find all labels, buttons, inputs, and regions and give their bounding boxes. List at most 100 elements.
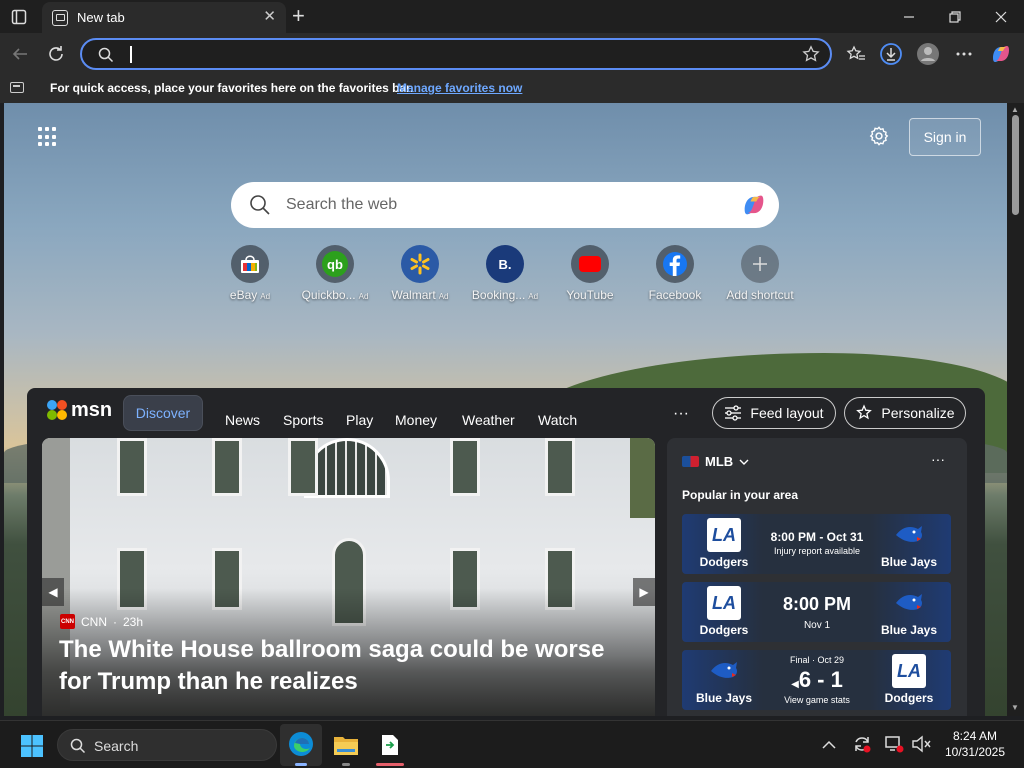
game-note: Injury report available [773, 546, 861, 556]
tab-actions-icon[interactable] [8, 6, 30, 28]
search-icon [249, 194, 271, 221]
add-shortcut-button[interactable]: Add shortcut [720, 245, 800, 302]
tab-discover[interactable]: Discover [123, 395, 203, 431]
shortcut-label: YouTube [566, 288, 614, 302]
restore-button[interactable] [932, 0, 978, 33]
tab-play[interactable]: Play [346, 412, 373, 428]
shortcut-booking[interactable]: B. Booking... Ad [465, 245, 545, 302]
tab-money[interactable]: Money [395, 412, 437, 428]
chevron-down-icon [739, 459, 749, 465]
personalize-button[interactable]: Personalize [844, 397, 966, 429]
copilot-search-icon[interactable] [739, 191, 769, 224]
hero-article-card[interactable]: ◀ ▶ CNN CNN · 23h The White House ballro… [42, 438, 655, 716]
game-card[interactable]: LA Dodgers 8:00 PM - Oct 31 Injury repor… [682, 514, 951, 574]
taskbar: Search 8:24 AM 10/31/2025 [0, 720, 1024, 768]
shortcut-ebay[interactable]: eBay Ad [210, 245, 290, 302]
page-scrollbar[interactable]: ▲ ▼ [1007, 103, 1024, 716]
ad-badge: Ad [528, 292, 539, 301]
browser-toolbar [0, 33, 1024, 75]
title-bar: New tab ✕ + [0, 0, 1024, 33]
downloads-icon[interactable] [876, 39, 906, 69]
more-options-icon[interactable] [949, 39, 979, 69]
svg-text:B.: B. [499, 257, 512, 272]
network-display-icon[interactable] [884, 734, 904, 759]
game-card[interactable]: LA Dodgers 8:00 PM Nov 1 Blue Jays [682, 582, 951, 642]
close-tab-icon[interactable]: ✕ [263, 8, 276, 26]
shortcut-quickbooks[interactable]: qb Quickbo... Ad [295, 245, 375, 302]
taskbar-app-button[interactable] [370, 724, 410, 766]
clock[interactable]: 8:24 AM 10/31/2025 [935, 728, 1015, 760]
show-hidden-icons-chevron[interactable] [822, 737, 836, 755]
taskbar-file-explorer-button[interactable] [326, 724, 366, 766]
game-status: Final · Oct 29 [789, 655, 845, 665]
sync-status-icon[interactable] [852, 734, 872, 759]
tab-weather[interactable]: Weather [462, 412, 515, 428]
close-window-button[interactable] [978, 0, 1024, 33]
feed-layout-button[interactable]: Feed layout [712, 397, 836, 429]
mlb-more-button[interactable]: ··· [931, 451, 945, 467]
favorites-icon[interactable] [841, 39, 871, 69]
tab-new-tab[interactable]: New tab ✕ [42, 2, 286, 33]
shortcut-walmart[interactable]: Walmart Ad [380, 245, 460, 302]
new-tab-button[interactable]: + [292, 5, 305, 27]
source-name: CNN [81, 614, 107, 629]
tab-sports[interactable]: Sports [283, 412, 323, 428]
carousel-next-arrow[interactable]: ▶ [633, 578, 655, 606]
article-age: 23h [123, 614, 144, 629]
walmart-icon [401, 245, 439, 283]
personalize-label: Personalize [881, 405, 955, 421]
source-separator: · [113, 614, 117, 629]
mlb-league-selector[interactable]: MLB [682, 454, 749, 469]
plus-icon [741, 245, 779, 283]
shortcut-youtube[interactable]: YouTube [550, 245, 630, 302]
blue-jays-logo-icon [892, 518, 926, 552]
taskbar-edge-button[interactable] [280, 724, 322, 766]
page-settings-gear-icon[interactable] [868, 125, 890, 152]
sparkle-star-icon [856, 404, 873, 420]
booking-icon: B. [486, 245, 524, 283]
sign-in-button[interactable]: Sign in [909, 118, 981, 156]
mlb-title: MLB [705, 454, 734, 469]
scroll-up-arrow[interactable]: ▲ [1011, 105, 1019, 114]
mlb-logo-icon [682, 456, 699, 467]
web-search-box[interactable]: Search the web [231, 182, 779, 228]
shortcut-facebook[interactable]: Facebook [635, 245, 715, 302]
article-source: CNN CNN · 23h [60, 614, 143, 629]
start-button[interactable] [20, 734, 44, 763]
minimize-button[interactable] [886, 0, 932, 33]
right-team-name: Blue Jays [880, 555, 938, 569]
copilot-icon[interactable] [986, 39, 1016, 69]
dodgers-logo-icon: LA [707, 518, 741, 552]
tab-watch[interactable]: Watch [538, 412, 577, 428]
carousel-prev-arrow[interactable]: ◀ [42, 578, 64, 606]
left-team-name: Blue Jays [695, 691, 753, 705]
profile-avatar[interactable] [913, 39, 943, 69]
active-app-indicator [295, 763, 307, 766]
article-headline[interactable]: The White House ballroom saga could be w… [59, 634, 639, 698]
sliders-icon [725, 405, 742, 421]
shortcut-label: Quickbo... [301, 288, 356, 302]
back-button[interactable] [5, 39, 35, 69]
taskbar-search-box[interactable]: Search [57, 729, 277, 761]
view-game-stats-link[interactable]: View game stats [762, 695, 872, 705]
refresh-button[interactable] [41, 39, 71, 69]
msn-logo[interactable]: msn [45, 398, 112, 422]
new-tab-favicon-icon [52, 10, 68, 26]
address-bar[interactable] [80, 38, 832, 70]
tab-news[interactable]: News [225, 412, 260, 428]
feed-more-button[interactable]: ··· [673, 405, 689, 423]
game-card[interactable]: Blue Jays Final · Oct 29 ◀6 - 1 View gam… [682, 650, 951, 710]
shortcut-label: Facebook [648, 288, 702, 302]
apps-launcher-icon[interactable] [38, 127, 58, 147]
scroll-down-arrow[interactable]: ▼ [1011, 703, 1019, 712]
add-favorite-star-icon[interactable] [802, 45, 820, 68]
new-tab-page: Sign in Search the web eBay Ad qb Quickbo… [4, 103, 1007, 716]
favorites-bar: For quick access, place your favorites h… [0, 75, 1024, 103]
cnn-logo: CNN [60, 614, 75, 629]
svg-text:qb: qb [327, 257, 343, 272]
document-app-icon [382, 735, 398, 755]
scroll-thumb[interactable] [1012, 115, 1019, 215]
manage-favorites-link[interactable]: Manage favorites now [397, 81, 522, 95]
facebook-icon [656, 245, 694, 283]
volume-muted-icon[interactable] [911, 735, 931, 758]
